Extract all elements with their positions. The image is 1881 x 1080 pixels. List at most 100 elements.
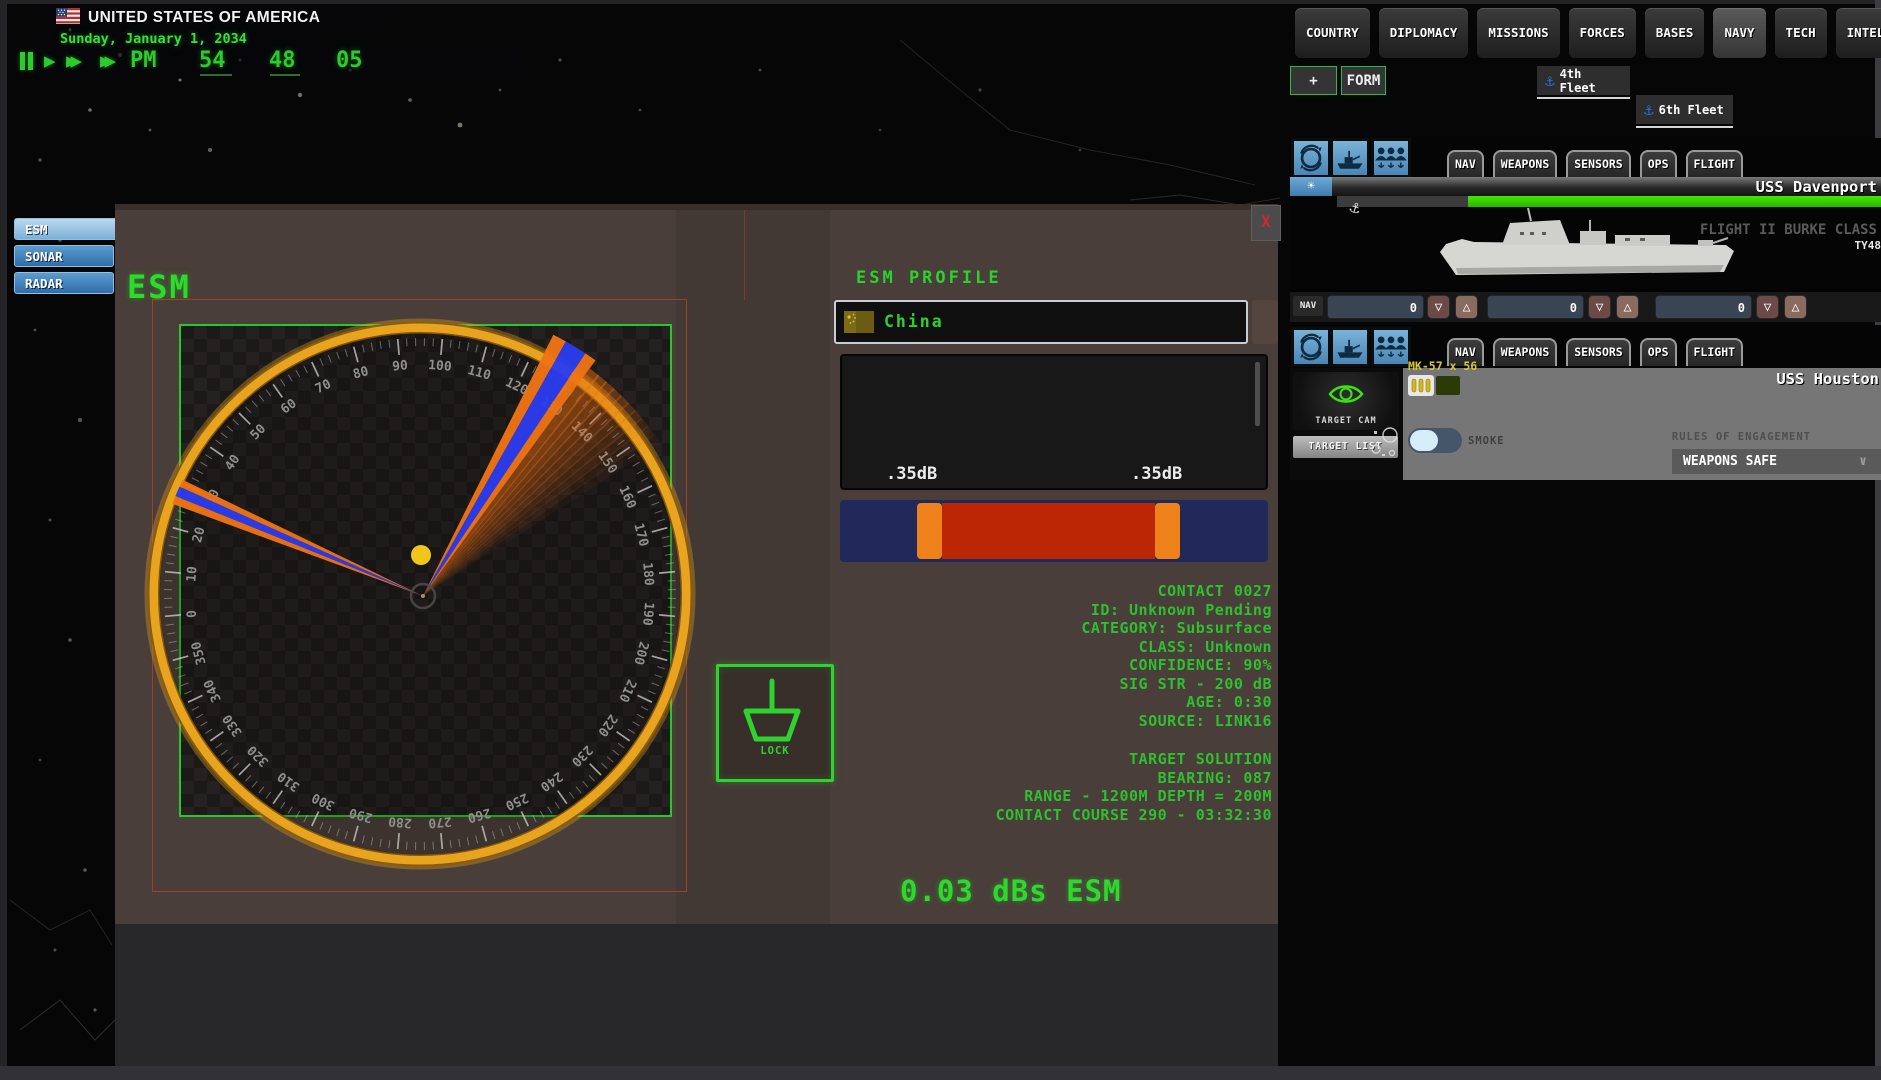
contact-line: SOURCE: LINK16 [872, 712, 1272, 731]
tab-weapons[interactable]: WEAPONS [1493, 150, 1557, 178]
spinner-down-button[interactable]: ▽ [1427, 295, 1450, 319]
tab-ops[interactable]: OPS [1640, 338, 1677, 366]
chevron-down-icon: ∨ [1859, 449, 1867, 474]
sensor-tab-radar[interactable]: RADAR [14, 272, 114, 294]
lock-button-label: LOCK [719, 745, 831, 757]
svg-text:180: 180 [639, 562, 656, 587]
hull-code-label: TY48 [1855, 239, 1881, 252]
add-formation-button[interactable]: + [1290, 66, 1337, 95]
solution-line: CONTACT COURSE 290 - 03:32:30 [872, 806, 1272, 825]
frequency-range-slider[interactable] [840, 500, 1268, 562]
target-cam-button[interactable]: TARGET CAM [1293, 372, 1399, 430]
fast-forward-button[interactable]: ▶▶ [66, 52, 82, 71]
spinner-value-2[interactable]: 0 [1487, 295, 1584, 319]
tab-forces[interactable]: FORCES [1569, 8, 1636, 58]
missile-icons [1408, 375, 1434, 396]
spinner-up-button[interactable]: △ [1616, 295, 1639, 319]
pause-bar-icon [28, 52, 33, 70]
slider-handle-right[interactable] [1155, 503, 1180, 559]
ship-icon-button[interactable] [1331, 139, 1369, 177]
selection-line [744, 210, 745, 300]
fleet-label: 4th Fleet [1560, 67, 1622, 95]
solution-line: RANGE - 1200M DEPTH = 200M [872, 787, 1272, 806]
roe-value: WEAPONS SAFE [1683, 454, 1777, 469]
esm-profile-entry-row[interactable]: China [834, 300, 1248, 344]
play-button[interactable]: ▶ [44, 52, 55, 71]
tab-bases[interactable]: BASES [1645, 8, 1705, 58]
time-underline [200, 74, 232, 76]
crew-icon [1374, 141, 1408, 175]
missile-stock-icon[interactable] [1408, 375, 1434, 396]
pause-button[interactable] [20, 52, 33, 70]
smoke-toggle[interactable] [1408, 428, 1462, 453]
sun-status-button[interactable]: ☀ [1290, 177, 1332, 196]
spinner-down-button[interactable]: ▽ [1756, 295, 1779, 319]
svg-text:280: 280 [388, 813, 413, 830]
esm-bearing-dial[interactable]: 0102030405060708090100110120130140150160… [128, 302, 714, 888]
crew-icon [1374, 330, 1408, 364]
molecule-doodle-icon [1368, 423, 1400, 459]
globe-icon [1294, 141, 1328, 175]
tab-flight[interactable]: FLIGHT [1686, 150, 1744, 178]
slider-handle-left[interactable] [917, 503, 942, 559]
signal-histogram-box: .35dB .35dB [840, 354, 1268, 490]
tab-navy[interactable]: NAVY [1713, 8, 1765, 58]
globe-icon-button[interactable] [1292, 139, 1330, 177]
svg-text:270: 270 [427, 813, 452, 830]
tab-sensors[interactable]: SENSORS [1566, 338, 1630, 366]
spinner-value-1[interactable]: 0 [1327, 295, 1424, 319]
ship-icon [1333, 141, 1367, 175]
close-window-button[interactable]: X [1251, 205, 1281, 241]
fleet-button-6th[interactable]: ⚓ 6th Fleet [1636, 95, 1733, 124]
missile-stock-meter [1436, 376, 1460, 395]
davenport-tabs: NAV WEAPONS SENSORS OPS FLIGHT [1447, 150, 1743, 178]
sensor-tab-esm[interactable]: ESM [14, 218, 118, 240]
fleet-button-4th[interactable]: ⚓ 4th Fleet [1537, 66, 1630, 95]
tab-missions[interactable]: MISSIONS [1477, 8, 1559, 58]
esm-profile-title: ESM PROFILE [856, 268, 1002, 288]
fleet-label: 6th Fleet [1659, 103, 1724, 117]
profile-list-scroll[interactable] [1252, 300, 1278, 344]
svg-text:190: 190 [639, 602, 656, 627]
eye-icon [1326, 380, 1366, 408]
crew-icon-button[interactable] [1372, 328, 1410, 366]
fastest-forward-button[interactable]: ▶▶ [100, 52, 116, 71]
ship-name-davenport: USS Davenport [1756, 178, 1877, 196]
roe-dropdown[interactable]: WEAPONS SAFE ∨ [1672, 449, 1881, 474]
spinner-up-button[interactable]: △ [1455, 295, 1478, 319]
lock-button[interactable]: LOCK [716, 664, 834, 782]
time-underline [270, 74, 300, 76]
tab-flight[interactable]: FLIGHT [1686, 338, 1744, 366]
globe-icon-button[interactable] [1292, 328, 1330, 366]
tab-weapons[interactable]: WEAPONS [1493, 338, 1557, 366]
spinner-value-3[interactable]: 0 [1655, 295, 1752, 319]
tab-nav[interactable]: NAV [1447, 150, 1484, 178]
ship-icon-button[interactable] [1331, 328, 1369, 366]
main-menu-tabs: COUNTRY DIPLOMACY MISSIONS FORCES BASES … [1295, 8, 1881, 58]
db-readout-left: .35dB [886, 464, 937, 484]
histogram-scrollbar[interactable] [1255, 362, 1260, 426]
svg-text:90: 90 [392, 358, 409, 374]
contact-line: CONFIDENCE: 90% [872, 656, 1272, 675]
tab-diplomacy[interactable]: DIPLOMACY [1379, 8, 1469, 58]
form-button[interactable]: FORM [1341, 66, 1386, 95]
time-field-1[interactable]: 54 [199, 48, 226, 73]
tab-ops[interactable]: OPS [1640, 150, 1677, 178]
tab-sensors[interactable]: SENSORS [1566, 150, 1630, 178]
spinner-down-button[interactable]: ▽ [1588, 295, 1611, 319]
spinner-up-button[interactable]: △ [1784, 295, 1807, 319]
tab-tech[interactable]: TECH [1775, 8, 1827, 58]
ship-silhouette [1430, 208, 1750, 290]
time-meridiem: PM [130, 48, 157, 73]
tab-country[interactable]: COUNTRY [1295, 8, 1370, 58]
anchor-icon: ⚓ [1545, 71, 1555, 90]
tab-intel[interactable]: INTEL [1836, 8, 1881, 58]
spinner-row: NAV 0 ▽ △ 0 ▽ △ 0 ▽ △ [1290, 290, 1881, 322]
svg-text:10: 10 [184, 565, 200, 582]
time-field-2[interactable]: 48 [269, 48, 296, 73]
crew-icon-button[interactable] [1372, 139, 1410, 177]
contact-info-block: CONTACT 0027 ID: Unknown Pending CATEGOR… [872, 582, 1272, 730]
sensor-tab-sonar[interactable]: SONAR [14, 245, 114, 267]
lower-panel-background [115, 924, 1278, 1066]
ship-class-label: FLIGHT II BURKE CLASS [1700, 222, 1877, 238]
